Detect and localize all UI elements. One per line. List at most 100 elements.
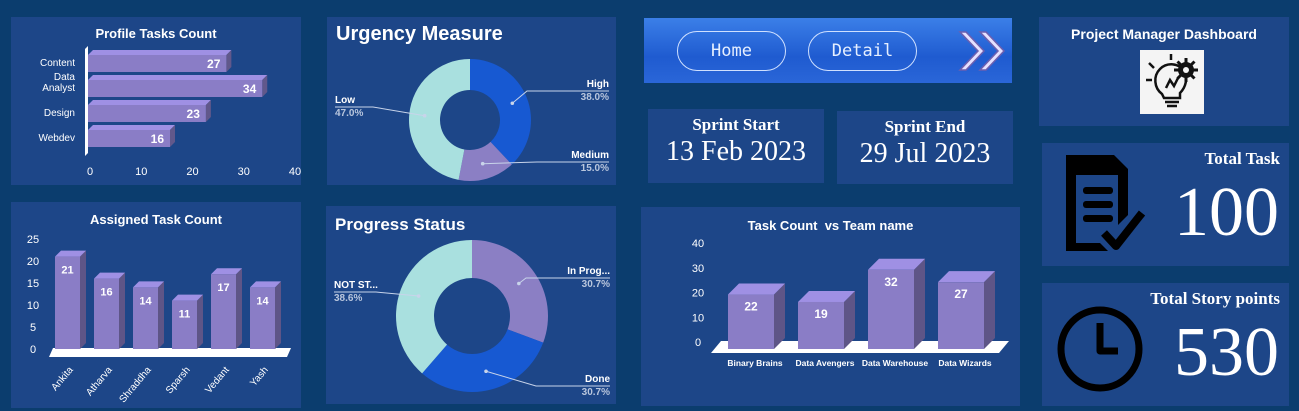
team-bar-side [984, 271, 995, 349]
assigned-bar-value: 16 [100, 287, 112, 299]
home-button[interactable]: Home [677, 31, 786, 71]
team-category-label: Data Wizards [938, 358, 992, 368]
team-task-panel: Task Count vs Team name 0 10 20 30 40 22 Binar… [641, 207, 1020, 406]
assigned-bar-side [158, 281, 164, 349]
assigned-category-label: Atharva [84, 365, 115, 399]
sprint-start-value: 13 Feb 2023 [666, 136, 806, 167]
urgency-slice-name: High [587, 79, 609, 90]
urgency-leader-dot [480, 161, 485, 166]
sprint-end-card: Sprint End 29 Jul 2023 [837, 111, 1013, 184]
assigned-tick-label: 20 [27, 256, 39, 268]
team-bar-value: 22 [744, 300, 758, 314]
urgency-slice-pct: 15.0% [581, 163, 609, 174]
profile-bar-top [88, 100, 211, 105]
team-category-label: Data Avengers [796, 358, 855, 368]
profile-tick-label: 30 [238, 166, 250, 178]
assigned-category-label: Vedant [203, 365, 232, 396]
assigned-task-panel: Assigned Task Count 0 5 10 15 20 25 21 Ankita 16… [11, 202, 301, 408]
total-task-value: 100 [1174, 174, 1279, 251]
profile-bar-top [88, 75, 268, 80]
profile-category-label: Content [40, 58, 75, 69]
team-tick-label: 40 [692, 238, 704, 250]
urgency-leader-dot [510, 101, 515, 106]
assigned-bar-side [80, 250, 86, 349]
profile-tasks-panel: Profile Tasks Count 27 Content 34 Data Analy… [11, 17, 301, 185]
team-bar-side [774, 283, 785, 349]
urgency-slice [409, 58, 470, 180]
urgency-slice-pct: 47.0% [335, 108, 363, 119]
assigned-category-label: Yash [248, 365, 271, 389]
assigned-tick-label: 10 [27, 300, 39, 312]
story-points-label: Total Story points [1150, 289, 1280, 308]
assigned-task-chart: 0 5 10 15 20 25 21 Ankita 16 Atharva 14 Shraddha 11 S… [27, 234, 291, 406]
sprint-end-label: Sprint End [884, 117, 966, 136]
assigned-bar-value: 14 [139, 295, 152, 307]
nav-bar: Home Detail [644, 18, 1012, 83]
story-points-card: Total Story points 530 [1042, 283, 1289, 406]
assigned-bar-value: 21 [61, 265, 73, 277]
profile-category-label: Design [44, 108, 75, 119]
total-task-card: Total Task 100 [1042, 143, 1289, 266]
team-bar-side [914, 258, 925, 349]
team-task-chart: 0 10 20 30 40 22 Binary Brains 19 Data Avengers 3… [692, 238, 1009, 368]
team-category-label: Binary Brains [727, 358, 783, 368]
progress-leader-dot [517, 281, 521, 286]
assigned-bar-side [197, 294, 203, 349]
progress-slice-name: Done [585, 374, 610, 385]
team-tick-label: 30 [692, 263, 704, 275]
assigned-bar-side [119, 272, 125, 349]
progress-slice-pct: 30.7% [582, 387, 610, 398]
team-tick-label: 0 [695, 337, 701, 349]
dashboard-title: Project Manager Dashboard [1071, 26, 1257, 42]
profile-tasks-chart: 27 Content 34 DataAnalyst 23 Design 16 Webdev 0 1… [38, 46, 301, 178]
total-task-label: Total Task [1204, 149, 1280, 168]
story-points-value: 530 [1174, 314, 1279, 391]
progress-donut-chart: In Prog... 30.7% Done 30.7% NOT ST... 38.6% [334, 240, 610, 398]
assigned-bar-side [236, 268, 242, 349]
assigned-category-label: Ankita [50, 365, 77, 394]
profile-category-label: Data [54, 72, 76, 83]
urgency-slice-name: Low [335, 95, 355, 106]
profile-tick-label: 0 [87, 166, 93, 178]
sprint-start-label: Sprint Start [692, 115, 780, 134]
urgency-leader-dot [422, 113, 427, 118]
dashboard-title-card: Project Manager Dashboard [1039, 17, 1289, 126]
assigned-bar-value: 11 [179, 309, 191, 321]
assigned-bar-value: 17 [217, 282, 229, 294]
assigned-tick-label: 25 [27, 234, 39, 246]
progress-slice-pct: 30.7% [582, 279, 610, 290]
assigned-category-label: Shraddha [117, 365, 154, 406]
assigned-tick-label: 15 [27, 278, 39, 290]
clock-icon [1057, 306, 1143, 392]
profile-tick-label: 20 [186, 166, 198, 178]
document-check-icon [1066, 155, 1146, 251]
sprint-start-card: Sprint Start 13 Feb 2023 [648, 109, 824, 183]
assigned-category-label: Sparsh [164, 365, 193, 396]
progress-slice-name: In Prog... [567, 266, 610, 277]
progress-slice-name: NOT ST... [334, 280, 378, 291]
urgency-slice-pct: 38.0% [581, 92, 609, 103]
progress-slice-pct: 38.6% [334, 293, 362, 304]
progress-leader-dot [416, 294, 421, 298]
sprint-end-value: 29 Jul 2023 [859, 138, 991, 169]
double-chevron-right-icon[interactable] [956, 28, 1008, 74]
assigned-tick-label: 0 [30, 344, 36, 356]
profile-tick-label: 40 [289, 166, 301, 178]
progress-leader-dot [484, 369, 488, 374]
profile-category-label: Analyst [42, 83, 75, 94]
progress-slice [472, 240, 548, 343]
detail-button[interactable]: Detail [808, 31, 917, 71]
idea-bulb-gear-icon [1146, 54, 1198, 108]
urgency-donut-chart: High 38.0% Medium 15.0% Low 47.0% [335, 58, 609, 181]
assigned-tick-label: 5 [30, 322, 36, 334]
team-tick-label: 10 [692, 312, 704, 324]
urgency-panel: Urgency Measure High 38.0% Medium 15.0% Low 4… [327, 17, 616, 185]
team-bar-value: 32 [884, 275, 898, 289]
progress-panel: Progress Status In Prog... 30.7% Done 30.7%… [326, 206, 616, 404]
assigned-bar-value: 14 [256, 295, 269, 307]
profile-bar-top [88, 125, 175, 130]
profile-bar-value: 34 [243, 82, 257, 96]
urgency-slice-name: Medium [571, 150, 609, 161]
team-bar-value: 27 [954, 287, 968, 301]
profile-bar-value: 23 [187, 107, 201, 121]
